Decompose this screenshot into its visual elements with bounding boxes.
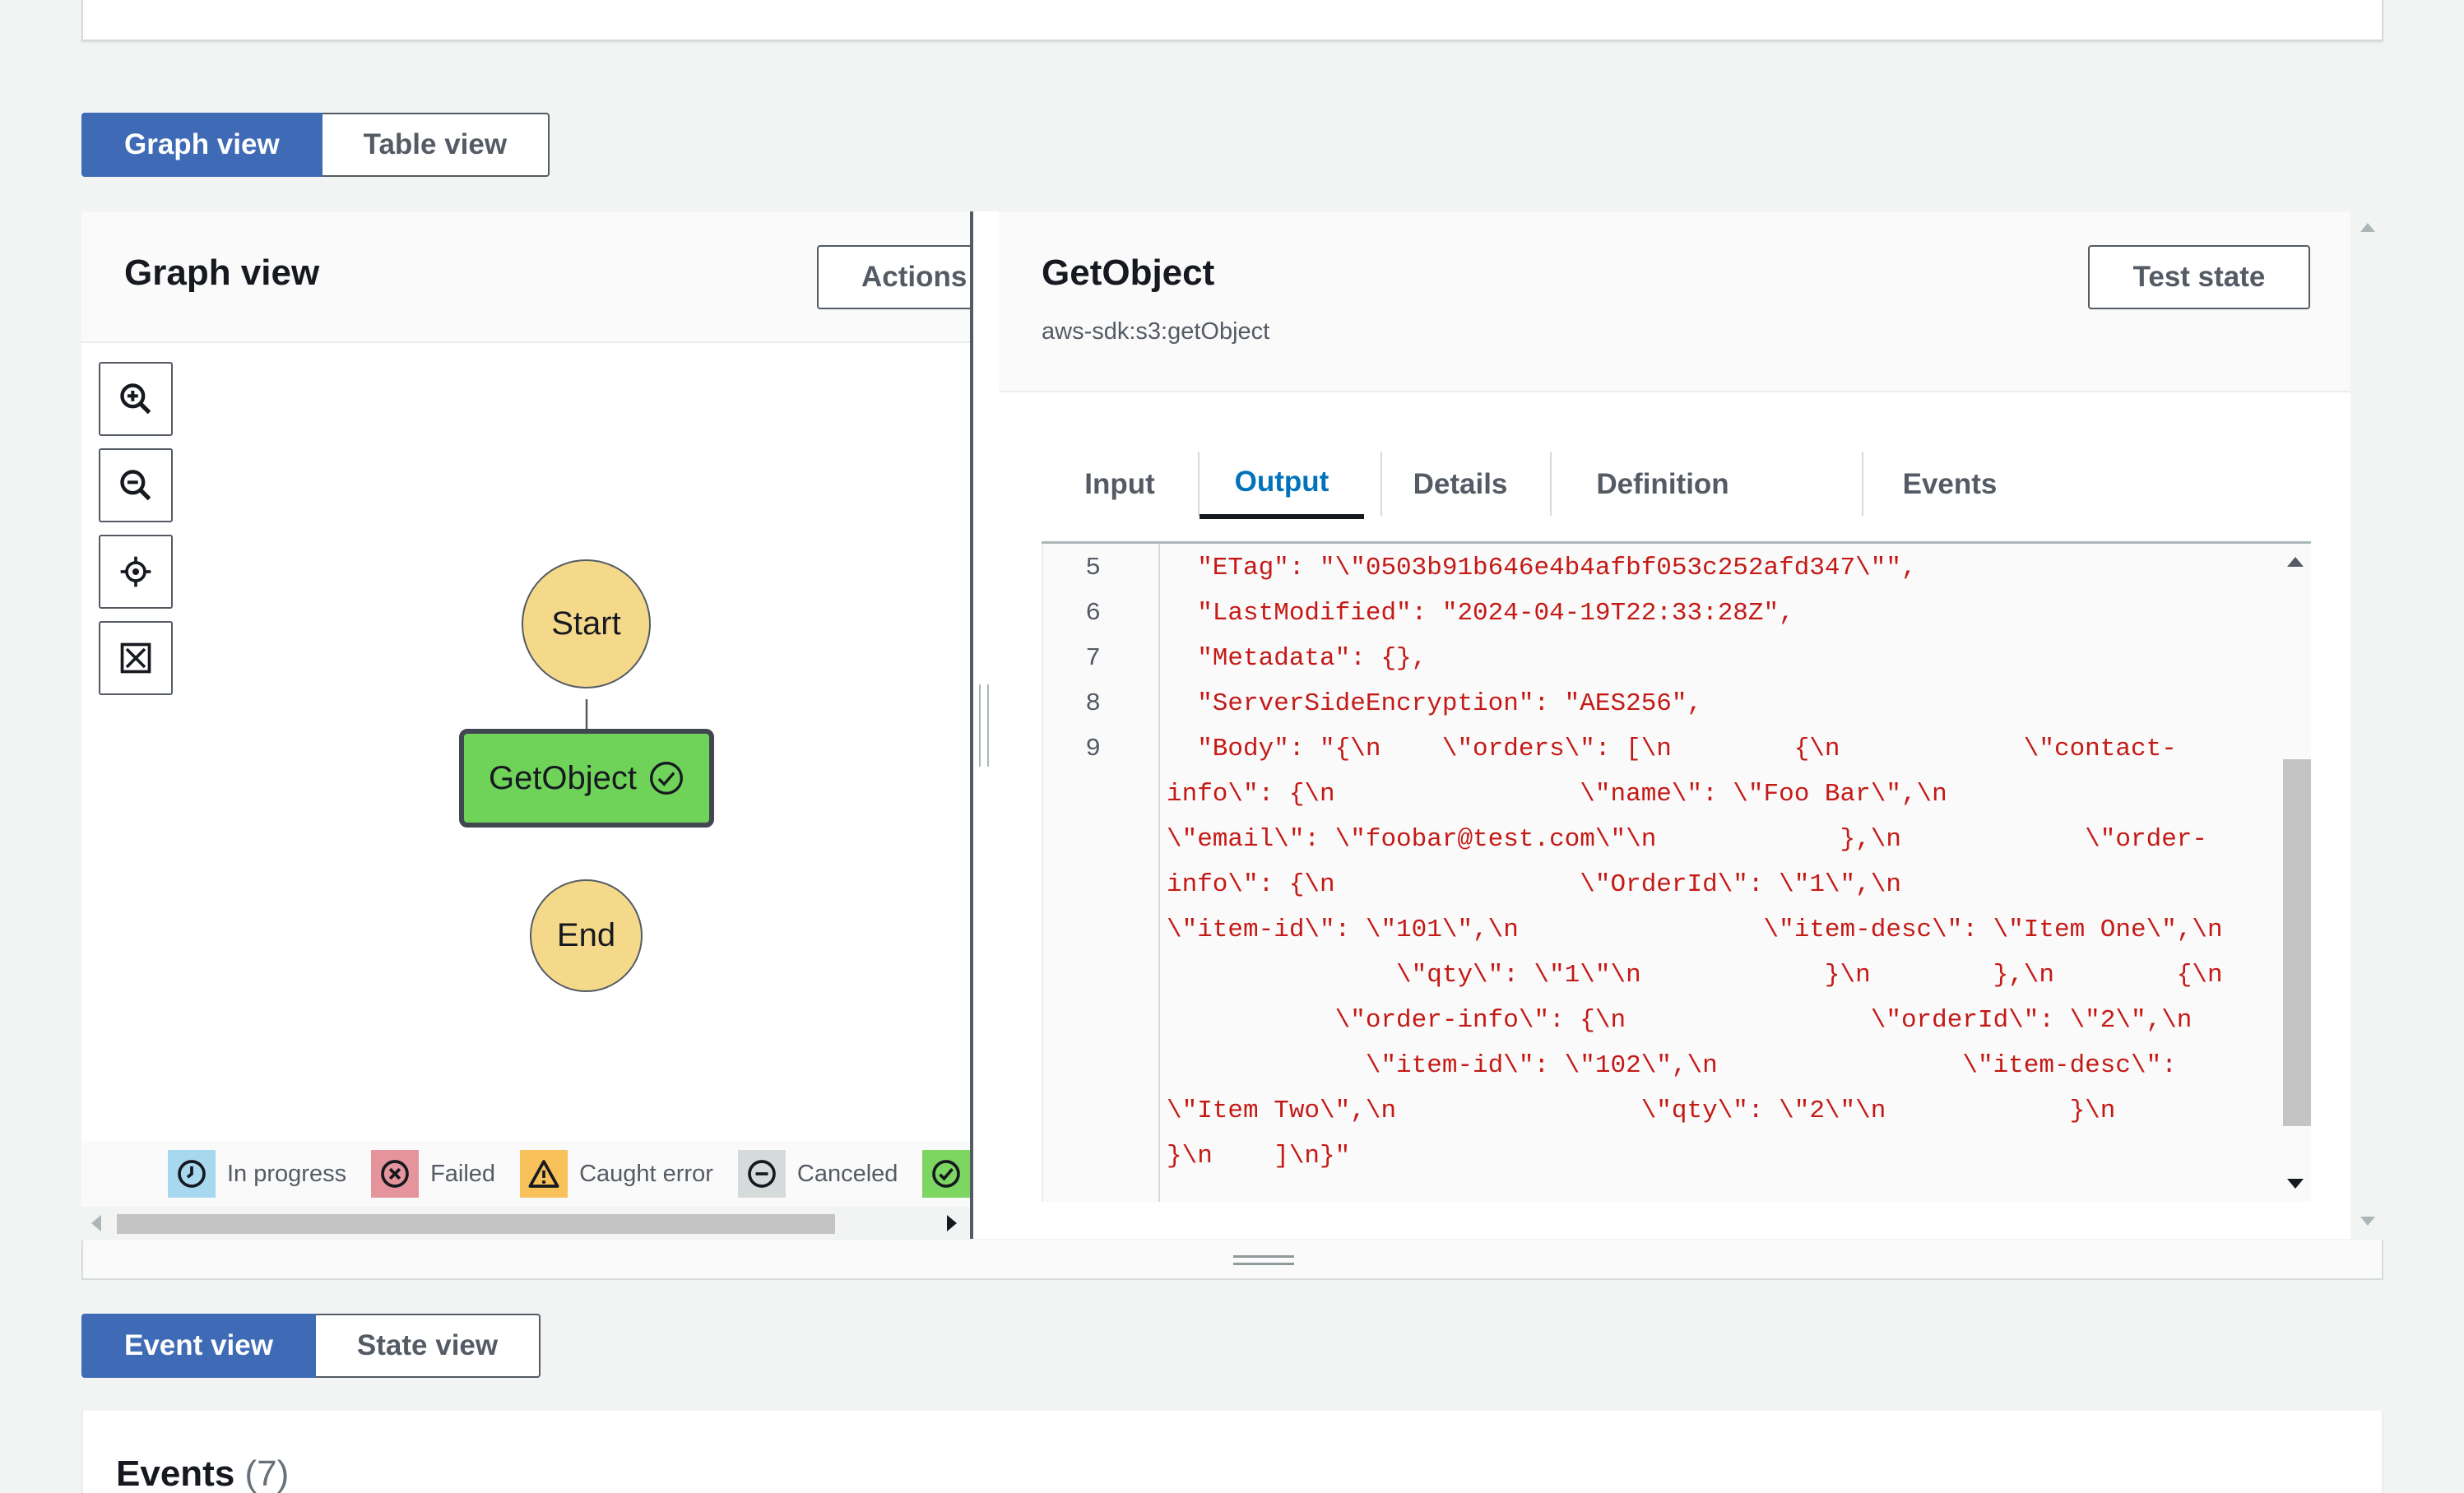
legend-succeeded: S xyxy=(922,1150,970,1198)
code-line: "ETag": "\"0503b91b646e4b4afbf053c252afd… xyxy=(1167,554,1917,582)
crosshair-icon xyxy=(120,556,151,587)
code-line: \"item-id\": \"102\",\n \"item-desc\": xyxy=(1167,1051,2177,1080)
code-scrollbar-thumb[interactable] xyxy=(2283,759,2311,1126)
state-view-button[interactable]: State view xyxy=(315,1314,541,1378)
code-line: info\": {\n \"name\": \"Foo Bar\",\n xyxy=(1167,780,1947,809)
scroll-up-icon[interactable] xyxy=(2287,557,2304,567)
graph-pane: Graph view Actions Start GetObject End I… xyxy=(81,211,970,1239)
actions-button[interactable]: Actions xyxy=(817,245,970,309)
end-node[interactable]: End xyxy=(530,879,643,992)
code-line: \"order-info\": {\n \"orderId\": \"2\",\… xyxy=(1167,1006,2193,1035)
expand-icon xyxy=(120,642,151,674)
event-view-button[interactable]: Event view xyxy=(81,1314,316,1378)
fit-to-screen-button[interactable] xyxy=(99,621,173,695)
zoom-in-icon xyxy=(120,383,151,415)
tab-definition[interactable]: Definition xyxy=(1552,450,1774,519)
panel-vertical-scrollbar[interactable] xyxy=(2350,211,2383,1239)
scroll-up-icon[interactable] xyxy=(2360,223,2375,232)
tab-details[interactable]: Details xyxy=(1382,450,1538,519)
line-number-gutter: 5 6 7 8 9 xyxy=(1043,544,1160,1202)
warning-icon xyxy=(520,1150,568,1198)
state-header: GetObject aws-sdk:s3:getObject Test stat… xyxy=(999,211,2350,392)
code-line: info\": {\n \"OrderId\": \"1\",\n xyxy=(1167,870,1901,899)
split-resize-handle[interactable] xyxy=(979,684,989,767)
state-resource: aws-sdk:s3:getObject xyxy=(1042,318,1270,345)
legend-failed: Failed xyxy=(371,1150,495,1198)
code-line: }\n ]\n}" xyxy=(1167,1142,1351,1171)
graph-header: Graph view Actions xyxy=(81,211,970,343)
tab-input[interactable]: Input xyxy=(1042,450,1198,519)
check-circle-icon xyxy=(922,1150,970,1198)
line-number: 6 xyxy=(1085,599,1101,628)
code-line: \"item-id\": \"101\",\n \"item-desc\": \… xyxy=(1167,916,2223,944)
resize-handle-icon[interactable] xyxy=(1233,1255,1294,1265)
table-view-button[interactable]: Table view xyxy=(322,113,550,177)
code-line: "ServerSideEncryption": "AES256", xyxy=(1167,689,1703,718)
scroll-left-icon[interactable] xyxy=(91,1215,101,1231)
scroll-down-icon[interactable] xyxy=(2360,1217,2375,1226)
events-card: Events (7) xyxy=(81,1411,2383,1493)
code-line: \"Item Two\",\n \"qty\": \"2\"\n }\n xyxy=(1167,1097,2116,1125)
legend-in-progress: In progress xyxy=(168,1150,346,1198)
events-title-label: Events xyxy=(116,1454,235,1493)
scroll-down-icon[interactable] xyxy=(2287,1179,2304,1189)
getobject-node[interactable]: GetObject xyxy=(459,729,714,828)
top-card xyxy=(81,0,2383,41)
events-count: (7) xyxy=(244,1454,290,1493)
check-circle-icon xyxy=(650,762,684,795)
legend-label: Failed xyxy=(430,1160,496,1187)
minus-circle-icon xyxy=(737,1150,786,1198)
getobject-node-label: GetObject xyxy=(488,759,638,796)
graph-horizontal-scrollbar[interactable] xyxy=(81,1207,970,1239)
start-node[interactable]: Start xyxy=(522,559,651,689)
legend-label: Canceled xyxy=(796,1160,898,1187)
legend-label: In progress xyxy=(227,1160,347,1187)
clock-icon xyxy=(168,1150,216,1198)
zoom-in-button[interactable] xyxy=(99,362,173,436)
x-circle-icon xyxy=(371,1150,420,1198)
tab-events[interactable]: Events xyxy=(1863,450,2036,519)
graph-view-button[interactable]: Graph view xyxy=(81,113,323,177)
zoom-out-icon xyxy=(120,470,151,501)
legend-caught-error: Caught error xyxy=(520,1150,713,1198)
code-line: \"email\": \"foobar@test.com\"\n },\n \"… xyxy=(1167,825,2208,854)
panel-resize-bar[interactable] xyxy=(81,1240,2383,1280)
output-code-viewer[interactable]: 5 6 7 8 9 "ETag": "\"0503b91b646e4b4afbf… xyxy=(1042,544,2311,1202)
code-line: "Metadata": {}, xyxy=(1167,644,1427,673)
code-line: "Body": "{\n \"orders\": [\n {\n \"conta… xyxy=(1167,735,2177,763)
tab-output[interactable]: Output xyxy=(1200,450,1364,519)
scrollbar-thumb[interactable] xyxy=(117,1214,835,1234)
line-number: 7 xyxy=(1085,644,1101,673)
line-number: 5 xyxy=(1085,554,1101,582)
line-number: 9 xyxy=(1085,735,1101,763)
test-state-button[interactable]: Test state xyxy=(2088,245,2310,309)
line-number: 8 xyxy=(1085,689,1101,718)
execution-split-panel: Graph view Actions Start GetObject End I… xyxy=(81,211,2350,1239)
status-legend: In progress Failed Caught error Canceled… xyxy=(81,1141,970,1207)
split-divider xyxy=(970,211,973,1239)
code-line: "LastModified": "2024-04-19T22:33:28Z", xyxy=(1167,599,1794,628)
view-toggle: Graph view Table view xyxy=(81,113,550,177)
legend-canceled: Canceled xyxy=(737,1150,898,1198)
code-line: \"qty\": \"1\"\n }\n },\n {\n xyxy=(1167,961,2223,990)
scroll-right-icon[interactable] xyxy=(947,1215,957,1231)
graph-title: Graph view xyxy=(124,253,320,293)
state-details-pane: GetObject aws-sdk:s3:getObject Test stat… xyxy=(999,211,2350,1239)
center-graph-button[interactable] xyxy=(99,535,173,609)
event-state-toggle: Event view State view xyxy=(81,1314,541,1378)
zoom-out-button[interactable] xyxy=(99,448,173,522)
state-title: GetObject xyxy=(1042,253,1215,293)
events-title: Events (7) xyxy=(116,1454,289,1493)
legend-label: Caught error xyxy=(579,1160,713,1187)
